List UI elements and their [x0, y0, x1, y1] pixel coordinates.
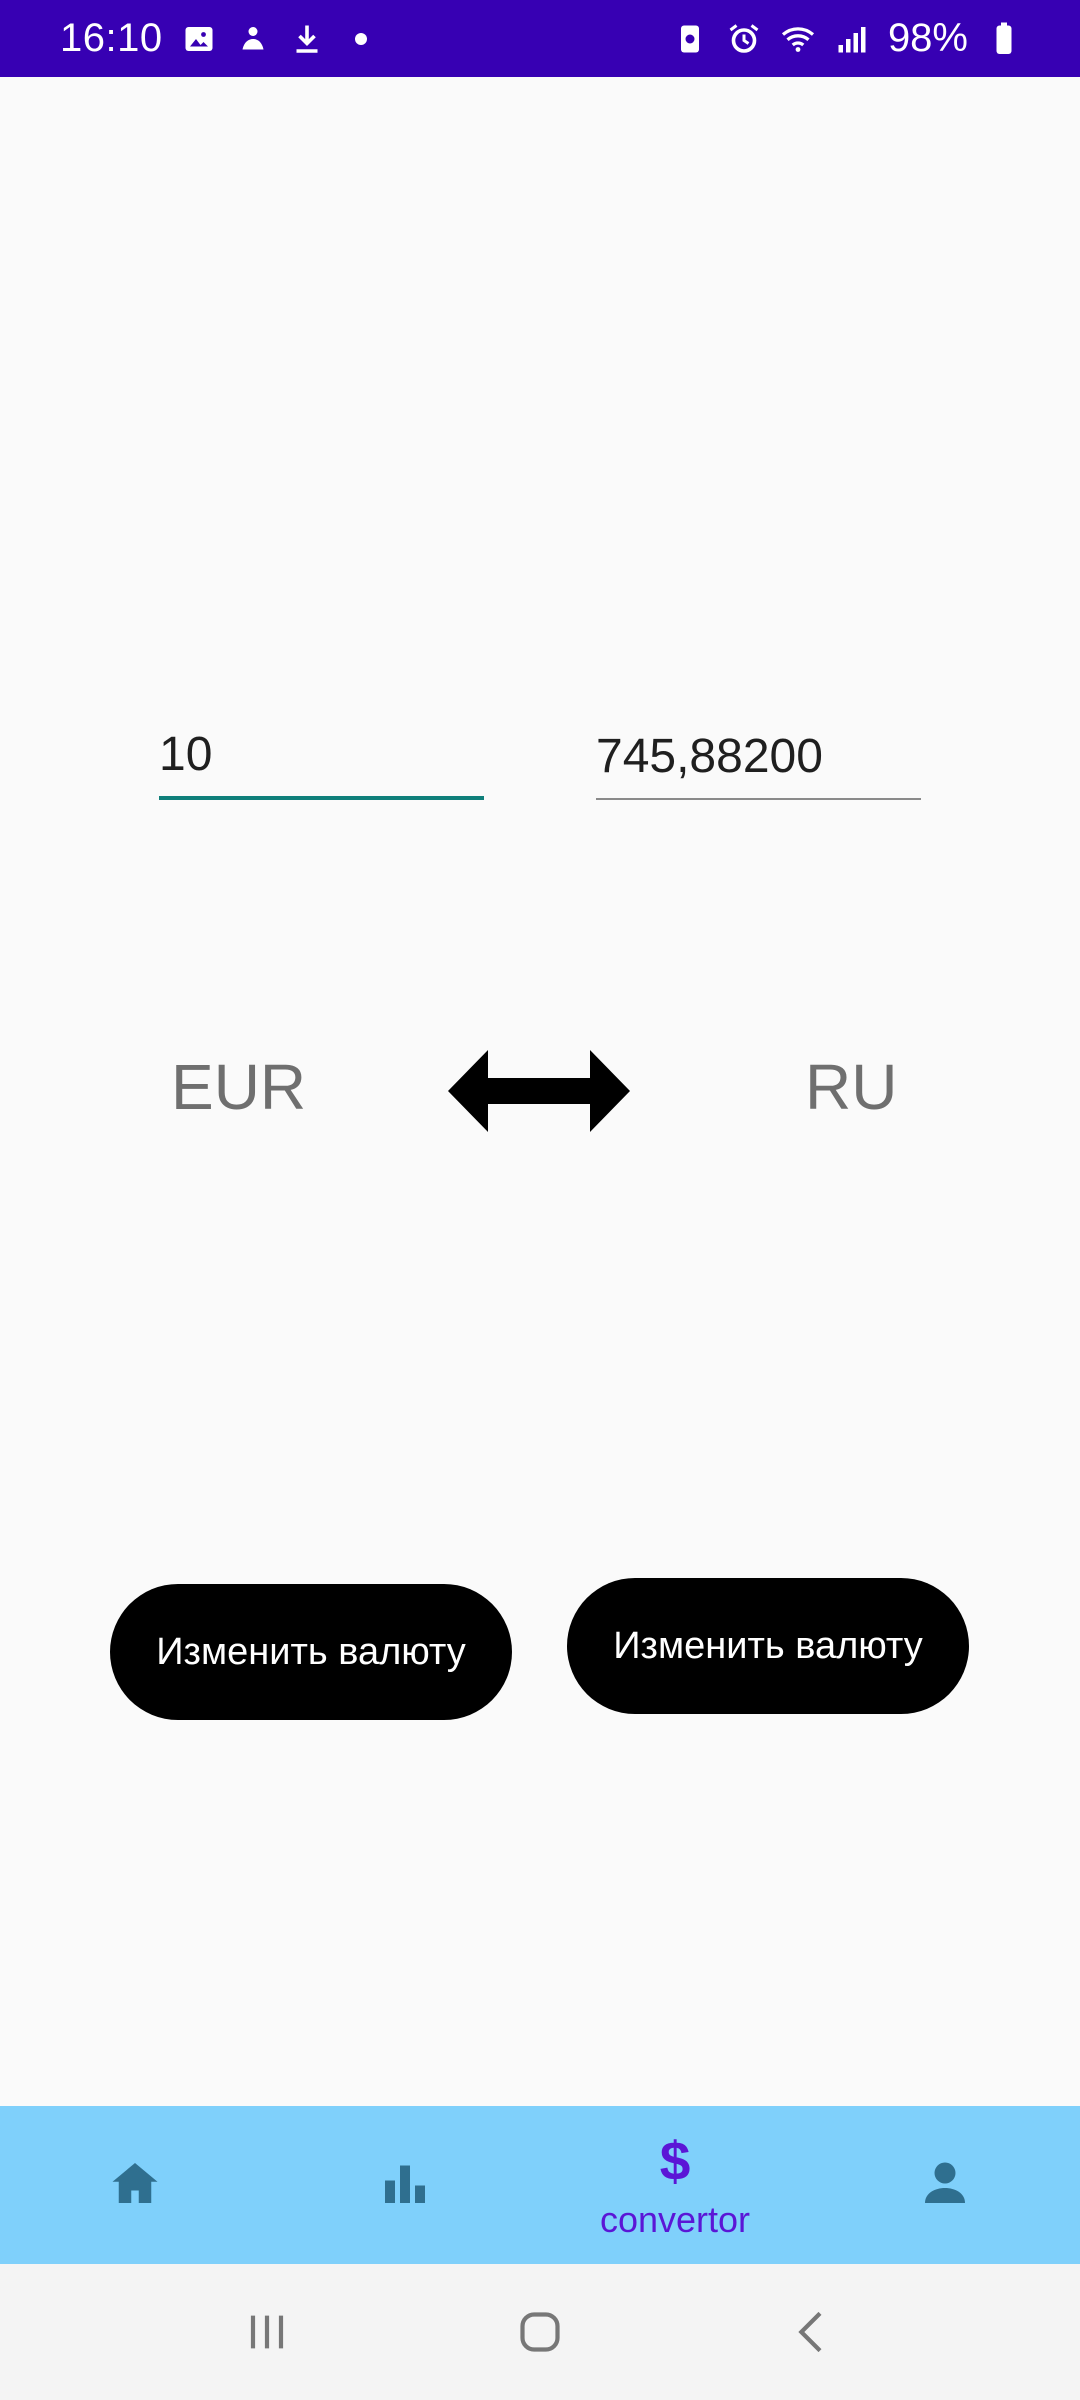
battery-percent: 98%	[887, 16, 968, 60]
recents-icon	[250, 2315, 283, 2349]
status-left: 16:10	[60, 16, 379, 61]
battery-icon	[986, 21, 1022, 57]
app-screen: 16:10 98% 10 745,88200 EUR RU Изменить в…	[0, 0, 1080, 2400]
gallery-notification-icon	[181, 21, 217, 57]
status-right: 98%	[672, 16, 1022, 61]
alarm-icon	[726, 21, 762, 57]
home-button[interactable]	[500, 2292, 580, 2372]
app-notification-icon	[235, 21, 271, 57]
amount-to-input[interactable]: 745,88200	[596, 720, 921, 800]
nav-item-stats[interactable]	[270, 2106, 540, 2264]
back-button[interactable]	[773, 2292, 853, 2372]
recents-button[interactable]	[227, 2292, 307, 2372]
back-icon	[798, 2311, 822, 2353]
amount-from-input[interactable]: 10	[159, 720, 484, 800]
bottom-navigation: $ convertor	[0, 2106, 1080, 2264]
download-icon	[289, 21, 325, 57]
nav-item-home[interactable]	[0, 2106, 270, 2264]
signal-icon	[834, 21, 870, 57]
person-icon	[915, 2153, 975, 2218]
status-time: 16:10	[60, 16, 163, 60]
nav-item-profile[interactable]	[810, 2106, 1080, 2264]
currency-to-label: RU	[805, 1051, 898, 1123]
system-navigation-bar	[0, 2264, 1080, 2400]
change-currency-from-button[interactable]: Изменить валюту	[110, 1584, 512, 1720]
dot-icon	[343, 21, 379, 57]
change-currency-to-button[interactable]: Изменить валюту	[567, 1578, 969, 1714]
amount-to-value: 745,88200	[596, 730, 823, 783]
svg-text:$: $	[660, 2130, 691, 2190]
amount-from-value: 10	[159, 728, 213, 781]
vibrate-icon	[672, 21, 708, 57]
home-button-icon	[520, 2312, 560, 2352]
currency-from-label: EUR	[171, 1051, 307, 1123]
nav-label-convertor: convertor	[599, 2198, 751, 2240]
dollar-icon: $	[645, 2130, 705, 2195]
home-icon	[105, 2153, 165, 2218]
bar-chart-icon	[375, 2153, 435, 2218]
nav-item-convertor[interactable]: $ convertor	[540, 2106, 810, 2264]
status-bar: 16:10 98%	[0, 0, 1080, 77]
wifi-icon	[780, 21, 816, 57]
swap-arrows-icon[interactable]	[448, 1050, 630, 1132]
